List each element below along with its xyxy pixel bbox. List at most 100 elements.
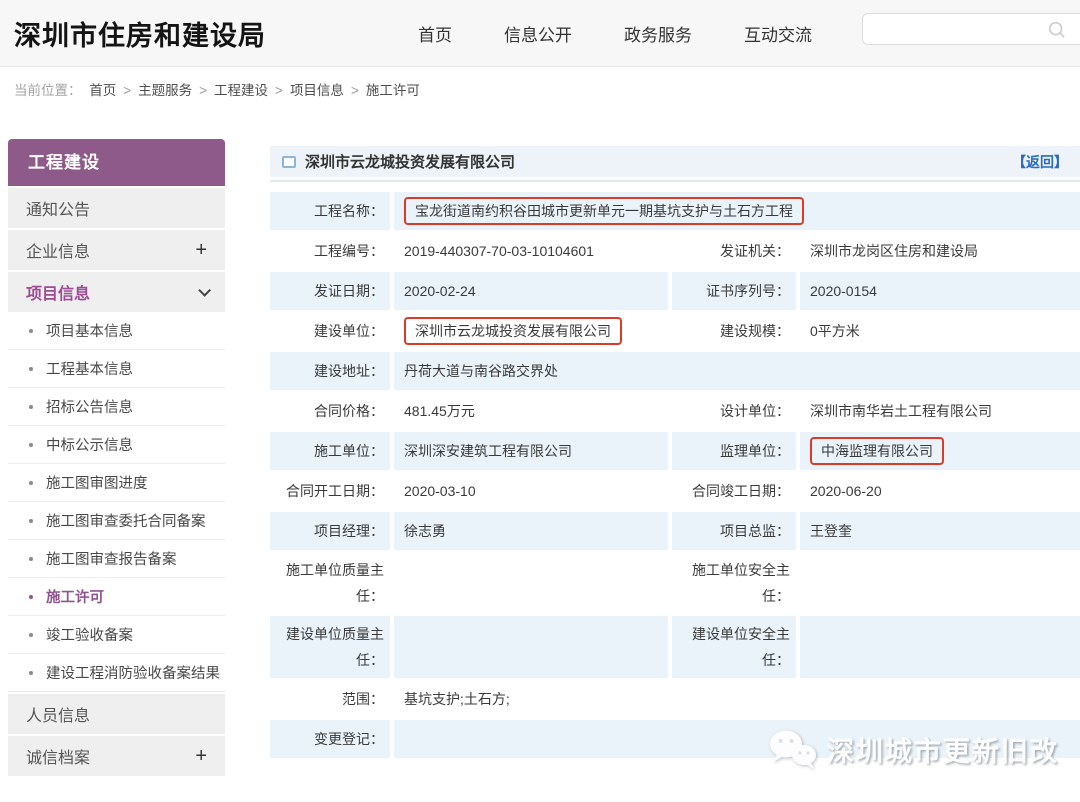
- nav-item[interactable]: 信息公开: [504, 21, 572, 46]
- field-label: 建设单位质量主任：: [270, 616, 390, 678]
- bullet-icon: [29, 519, 33, 523]
- field-value: 深圳市云龙城投资发展有限公司: [394, 312, 668, 350]
- field-label: 项目经理：: [270, 512, 390, 550]
- search-icon[interactable]: [1048, 21, 1065, 38]
- document-icon: [282, 156, 296, 168]
- value-text: 深圳市南华岩土工程有限公司: [810, 401, 992, 421]
- table-row: 工程名称：宝龙街道南约积谷田城市更新单元一期基坑支护与土石方工程: [270, 192, 1080, 230]
- field-value: [394, 552, 668, 614]
- field-label: 合同开工日期：: [270, 472, 390, 510]
- nav-item[interactable]: 互动交流: [744, 21, 812, 46]
- table-row: 范围：基坑支护;土石方;: [270, 680, 1080, 718]
- breadcrumb-prefix: 当前位置：: [14, 83, 82, 98]
- sidebar-section[interactable]: 项目信息: [8, 272, 225, 312]
- table-row: 合同价格：481.45万元设计单位：深圳市南华岩土工程有限公司: [270, 392, 1080, 430]
- field-label: 建设规模：: [672, 312, 796, 350]
- breadcrumb-link[interactable]: 项目信息: [290, 83, 344, 98]
- bullet-icon: [29, 329, 33, 333]
- sidebar-section[interactable]: 人员信息: [8, 694, 225, 734]
- value-text: 王登奎: [810, 521, 852, 541]
- field-label: 证书序列号：: [672, 272, 796, 310]
- nav-item[interactable]: 政务服务: [624, 21, 692, 46]
- sidebar-subitem[interactable]: 施工图审查报告备案: [8, 540, 225, 578]
- sidebar-section-label: 人员信息: [26, 702, 90, 726]
- breadcrumb: 当前位置： 首页>主题服务>工程建设>项目信息>施工许可: [14, 79, 427, 99]
- field-value: 2020-03-10: [394, 472, 668, 510]
- bullet-icon: [29, 405, 33, 409]
- field-value: 0平方米: [800, 312, 1080, 350]
- breadcrumb-link[interactable]: 首页: [89, 83, 116, 98]
- breadcrumb-link[interactable]: 施工许可: [366, 83, 420, 98]
- nav-item[interactable]: 首页: [418, 21, 452, 46]
- title-divider: [270, 180, 1080, 182]
- sidebar-subitem-label: 建设工程消防验收备案结果: [46, 662, 220, 683]
- content-title-bar: 深圳市云龙城投资发展有限公司 【返回】: [270, 146, 1080, 177]
- field-label: 设计单位：: [672, 392, 796, 430]
- breadcrumb-separator: >: [199, 83, 207, 98]
- value-text: 深圳深安建筑工程有限公司: [404, 441, 572, 461]
- value-text: 徐志勇: [404, 521, 446, 541]
- value-highlight: 深圳市云龙城投资发展有限公司: [404, 317, 622, 345]
- field-value: 王登奎: [800, 512, 1080, 550]
- search-input[interactable]: [871, 15, 1051, 43]
- field-value: [394, 720, 1080, 758]
- sidebar-subitem-label: 竣工验收备案: [46, 624, 133, 645]
- sidebar-subitem-label: 施工图审查委托合同备案: [46, 510, 206, 531]
- field-value: 深圳深安建筑工程有限公司: [394, 432, 668, 470]
- sidebar-subitem[interactable]: 工程基本信息: [8, 350, 225, 388]
- sidebar-subitem-label: 项目基本信息: [46, 320, 133, 341]
- bullet-icon: [29, 481, 33, 485]
- field-value: 2019-440307-70-03-10104601: [394, 232, 668, 270]
- sidebar-subitem[interactable]: 建设工程消防验收备案结果: [8, 654, 225, 692]
- company-title: 深圳市云龙城投资发展有限公司: [305, 151, 1012, 172]
- sidebar-subitem[interactable]: 竣工验收备案: [8, 616, 225, 654]
- top-bar: 深圳市住房和建设局 首页 信息公开 政务服务 互动交流: [0, 0, 1080, 67]
- sidebar-section[interactable]: 诚信档案+: [8, 736, 225, 776]
- field-value: 481.45万元: [394, 392, 668, 430]
- sidebar-subitem[interactable]: 施工许可: [8, 578, 225, 616]
- table-row: 建设地址：丹荷大道与南谷路交界处: [270, 352, 1080, 390]
- field-value: 徐志勇: [394, 512, 668, 550]
- sidebar-section[interactable]: 企业信息+: [8, 230, 225, 270]
- field-label: 工程编号：: [270, 232, 390, 270]
- bullet-icon: [29, 671, 33, 675]
- sidebar-subitem[interactable]: 中标公示信息: [8, 426, 225, 464]
- table-row: 工程编号：2019-440307-70-03-10104601发证机关：深圳市龙…: [270, 232, 1080, 270]
- sidebar-subitem[interactable]: 招标公告信息: [8, 388, 225, 426]
- breadcrumb-link[interactable]: 主题服务: [138, 83, 192, 98]
- field-value: 2020-0154: [800, 272, 1080, 310]
- field-label: 发证日期：: [270, 272, 390, 310]
- field-label: 项目总监：: [672, 512, 796, 550]
- sidebar-subitem[interactable]: 项目基本信息: [8, 312, 225, 350]
- search-box: [862, 13, 1080, 45]
- value-highlight: 宝龙街道南约积谷田城市更新单元一期基坑支护与土石方工程: [404, 197, 804, 225]
- table-row: 建设单位质量主任：建设单位安全主任：: [270, 616, 1080, 678]
- page: 深圳市住房和建设局 首页信息公开政务服务互动交流 当前位置： 首页>主题服务>工…: [0, 0, 1080, 802]
- value-text: 2020-03-10: [404, 483, 476, 499]
- chevron-down-icon: [198, 284, 211, 297]
- table-row: 施工单位：深圳深安建筑工程有限公司监理单位：中海监理有限公司: [270, 432, 1080, 470]
- sidebar-subitem-label: 施工许可: [46, 586, 104, 607]
- sidebar-subitem[interactable]: 施工图审查委托合同备案: [8, 502, 225, 540]
- field-label: 变更登记：: [270, 720, 390, 758]
- site-title: 深圳市住房和建设局: [14, 14, 266, 53]
- table-row: 建设单位：深圳市云龙城投资发展有限公司建设规模：0平方米: [270, 312, 1080, 350]
- bullet-icon: [29, 443, 33, 447]
- back-button[interactable]: 【返回】: [1012, 152, 1068, 172]
- content-panel: 深圳市云龙城投资发展有限公司 【返回】 工程名称：宝龙街道南约积谷田城市更新单元…: [270, 146, 1080, 760]
- breadcrumb-link[interactable]: 工程建设: [214, 83, 268, 98]
- field-value: 深圳市龙岗区住房和建设局: [800, 232, 1080, 270]
- sidebar-subitem-label: 招标公告信息: [46, 396, 133, 417]
- plus-icon: +: [195, 746, 207, 766]
- field-value: 2020-06-20: [800, 472, 1080, 510]
- table-row: 合同开工日期：2020-03-10合同竣工日期：2020-06-20: [270, 472, 1080, 510]
- field-label: 发证机关：: [672, 232, 796, 270]
- bullet-icon: [29, 557, 33, 561]
- table-row: 施工单位质量主任：施工单位安全主任：: [270, 552, 1080, 614]
- value-text: 0平方米: [810, 321, 860, 341]
- top-nav: 首页 信息公开 政务服务 互动交流: [418, 0, 812, 67]
- field-label: 建设地址：: [270, 352, 390, 390]
- sidebar-section[interactable]: 通知公告: [8, 188, 225, 228]
- sidebar-subitem[interactable]: 施工图审图进度: [8, 464, 225, 502]
- bullet-icon: [29, 367, 33, 371]
